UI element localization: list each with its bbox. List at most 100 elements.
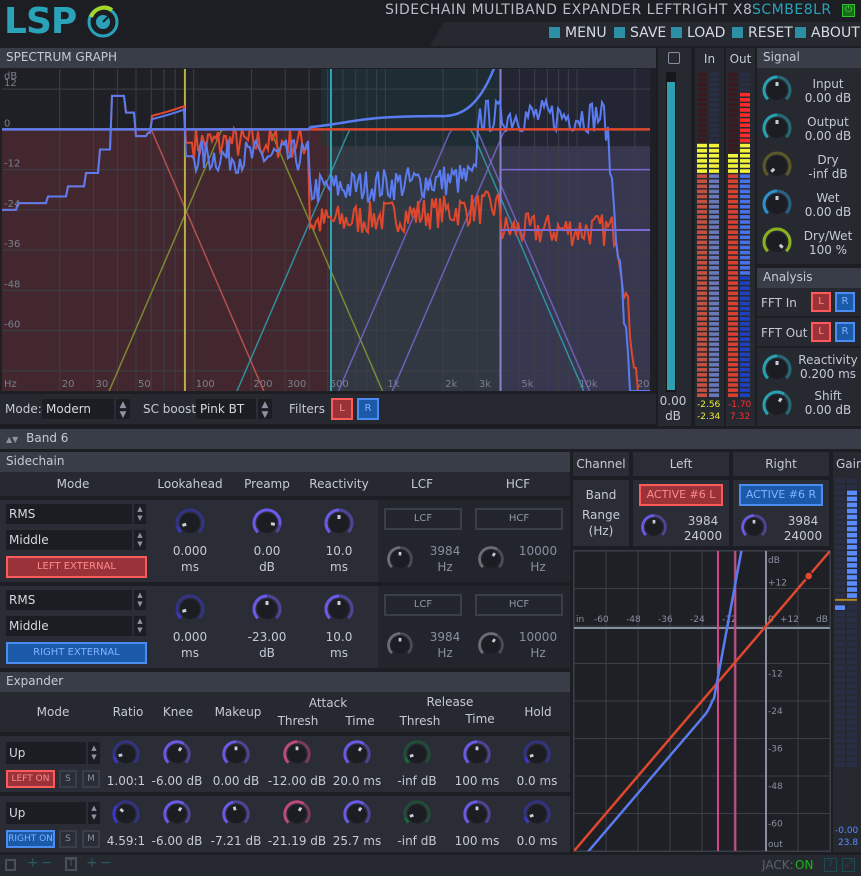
spectrum-graph[interactable]: dB 12 0 -12 -24 -36 -48 -60 Hz 20 30 50 100 200 300 500… xyxy=(0,68,656,392)
release-threshold-knob[interactable] xyxy=(401,798,433,830)
resize-icon[interactable]: ⤢ xyxy=(842,858,855,872)
filter-l-toggle[interactable]: L xyxy=(331,398,353,420)
help-icon[interactable]: ? xyxy=(824,858,837,872)
meter-segment xyxy=(709,250,719,255)
expander-mode-select[interactable]: Up ▲ ▼ xyxy=(6,742,100,764)
meter-segment xyxy=(697,77,707,82)
solo-button[interactable]: S xyxy=(59,830,77,848)
active-left-button[interactable]: ACTIVE #6 L xyxy=(639,484,723,506)
release-time-knob[interactable] xyxy=(461,738,493,770)
release-threshold-knob[interactable] xyxy=(401,738,433,770)
mode-select[interactable]: Modern ▲ ▼ xyxy=(42,399,130,420)
attack-threshold-knob[interactable] xyxy=(281,738,313,770)
curve-x-tick: +12 xyxy=(780,615,799,625)
attack-time-knob[interactable] xyxy=(341,738,373,770)
fft-in-r-toggle[interactable]: R xyxy=(835,292,855,312)
meter-segment xyxy=(709,286,719,291)
hold-knob[interactable] xyxy=(521,798,553,830)
ratio-knob[interactable] xyxy=(110,738,142,770)
sidechain-mode-select[interactable]: RMS ▲ ▼ xyxy=(6,590,146,610)
signal-knob-dry-wet[interactable] xyxy=(760,225,794,259)
preamp-knob[interactable] xyxy=(250,592,284,626)
shift-knob[interactable] xyxy=(760,388,794,422)
left-on-toggle[interactable]: LEFT ON xyxy=(6,770,55,788)
font-plus-icon[interactable]: + xyxy=(86,855,98,871)
lookahead-knob[interactable] xyxy=(173,592,207,626)
lcf-freq-knob[interactable] xyxy=(385,630,415,660)
solo-button[interactable]: S xyxy=(59,770,77,788)
font-minus-icon[interactable]: − xyxy=(100,855,112,871)
spectrum-canvas[interactable]: dB120-12-24-36-48-60Hz 20 30 50 100 200 300 500… xyxy=(2,69,650,391)
release-time-knob[interactable] xyxy=(461,798,493,830)
zoom-fader-track[interactable] xyxy=(666,72,676,392)
left-external-toggle[interactable]: LEFT EXTERNAL xyxy=(6,556,147,578)
knee-knob[interactable] xyxy=(161,738,193,770)
preamp-knob[interactable] xyxy=(250,506,284,540)
zoom-plus-icon[interactable]: + xyxy=(27,855,39,871)
select-arrows-icon: ▲ ▼ xyxy=(114,399,130,420)
meter-segment xyxy=(709,184,719,189)
active-right-button[interactable]: ACTIVE #6 R xyxy=(739,484,823,506)
y-tick-label: 0 xyxy=(4,118,10,129)
attack-time-knob[interactable] xyxy=(341,798,373,830)
scboost-select[interactable]: Pink BT ▲ ▼ xyxy=(196,399,272,420)
curve-canvas[interactable]: in-60-48-36-24-120+12dBdB+12-12-24-36-48… xyxy=(573,547,831,869)
filter-r-toggle[interactable]: R xyxy=(357,398,379,420)
gain-meter xyxy=(835,478,857,767)
attack-threshold-knob[interactable] xyxy=(281,798,313,830)
sc-reactivity-knob[interactable] xyxy=(322,506,356,540)
meter-segment xyxy=(709,225,719,229)
reset-button[interactable]: RESET xyxy=(732,24,793,42)
signal-knob-dry[interactable] xyxy=(760,149,794,183)
hcf-toggle[interactable]: HCF xyxy=(475,508,563,530)
right-range-knob[interactable] xyxy=(739,512,769,542)
right-on-toggle[interactable]: RIGHT ON xyxy=(6,830,55,848)
power-icon[interactable]: ⏻ xyxy=(842,4,855,17)
lcf-toggle[interactable]: LCF xyxy=(384,508,462,530)
right-external-toggle[interactable]: RIGHT EXTERNAL xyxy=(6,642,147,664)
lcf-toggle[interactable]: LCF xyxy=(384,594,462,616)
sidechain-header-reactivity: Reactivity xyxy=(309,477,369,491)
expander-mode-select[interactable]: Up ▲ ▼ xyxy=(6,802,100,824)
about-button[interactable]: ABOUT xyxy=(795,24,860,42)
lookahead-knob[interactable] xyxy=(173,506,207,540)
left-range-knob[interactable] xyxy=(639,512,669,542)
meter-segment xyxy=(709,245,719,250)
hold-knob[interactable] xyxy=(521,738,553,770)
reactivity-knob[interactable] xyxy=(760,352,794,386)
font-size-icon[interactable]: T xyxy=(65,857,77,871)
ratio-knob[interactable] xyxy=(110,798,142,830)
load-button[interactable]: LOAD xyxy=(671,24,725,42)
hcf-freq-knob[interactable] xyxy=(476,544,506,574)
fft-out-l-toggle[interactable]: L xyxy=(811,322,831,342)
expander-curve-graph[interactable]: in-60-48-36-24-120+12dBdB+12-12-24-36-48… xyxy=(573,547,831,869)
fft-in-label: FFT In xyxy=(761,296,797,310)
meter-segment xyxy=(847,689,857,695)
signal-knob-wet[interactable] xyxy=(760,187,794,221)
knee-knob[interactable] xyxy=(161,798,193,830)
hcf-freq-knob[interactable] xyxy=(476,630,506,660)
band-selector[interactable]: ▲▼ Band 6 xyxy=(0,429,861,449)
save-button[interactable]: SAVE xyxy=(614,24,666,42)
makeup-knob[interactable] xyxy=(220,738,252,770)
select-arrows-icon: ▲ ▼ xyxy=(132,530,146,550)
signal-knob-input[interactable] xyxy=(760,73,794,107)
sidechain-source-select[interactable]: Middle ▲ ▼ xyxy=(6,530,146,550)
hcf-toggle[interactable]: HCF xyxy=(475,594,563,616)
window-size-icon[interactable] xyxy=(5,859,16,871)
lcf-freq-knob[interactable] xyxy=(385,544,415,574)
sc-reactivity-knob[interactable] xyxy=(322,592,356,626)
hold-value: 0.0 ms xyxy=(516,774,558,788)
fft-out-r-toggle[interactable]: R xyxy=(835,322,855,342)
meter-segment xyxy=(740,148,750,153)
meter-segment xyxy=(697,220,707,224)
fft-in-l-toggle[interactable]: L xyxy=(811,292,831,312)
meter-segment xyxy=(740,271,750,275)
sidechain-source-select[interactable]: Middle ▲ ▼ xyxy=(6,616,146,636)
makeup-knob[interactable] xyxy=(220,798,252,830)
zoom-minus-icon[interactable]: − xyxy=(41,855,53,871)
sidechain-mode-select[interactable]: RMS ▲ ▼ xyxy=(6,504,146,524)
meter-segment xyxy=(697,169,707,173)
signal-knob-output[interactable] xyxy=(760,111,794,145)
menu-button[interactable]: MENU xyxy=(549,24,607,42)
